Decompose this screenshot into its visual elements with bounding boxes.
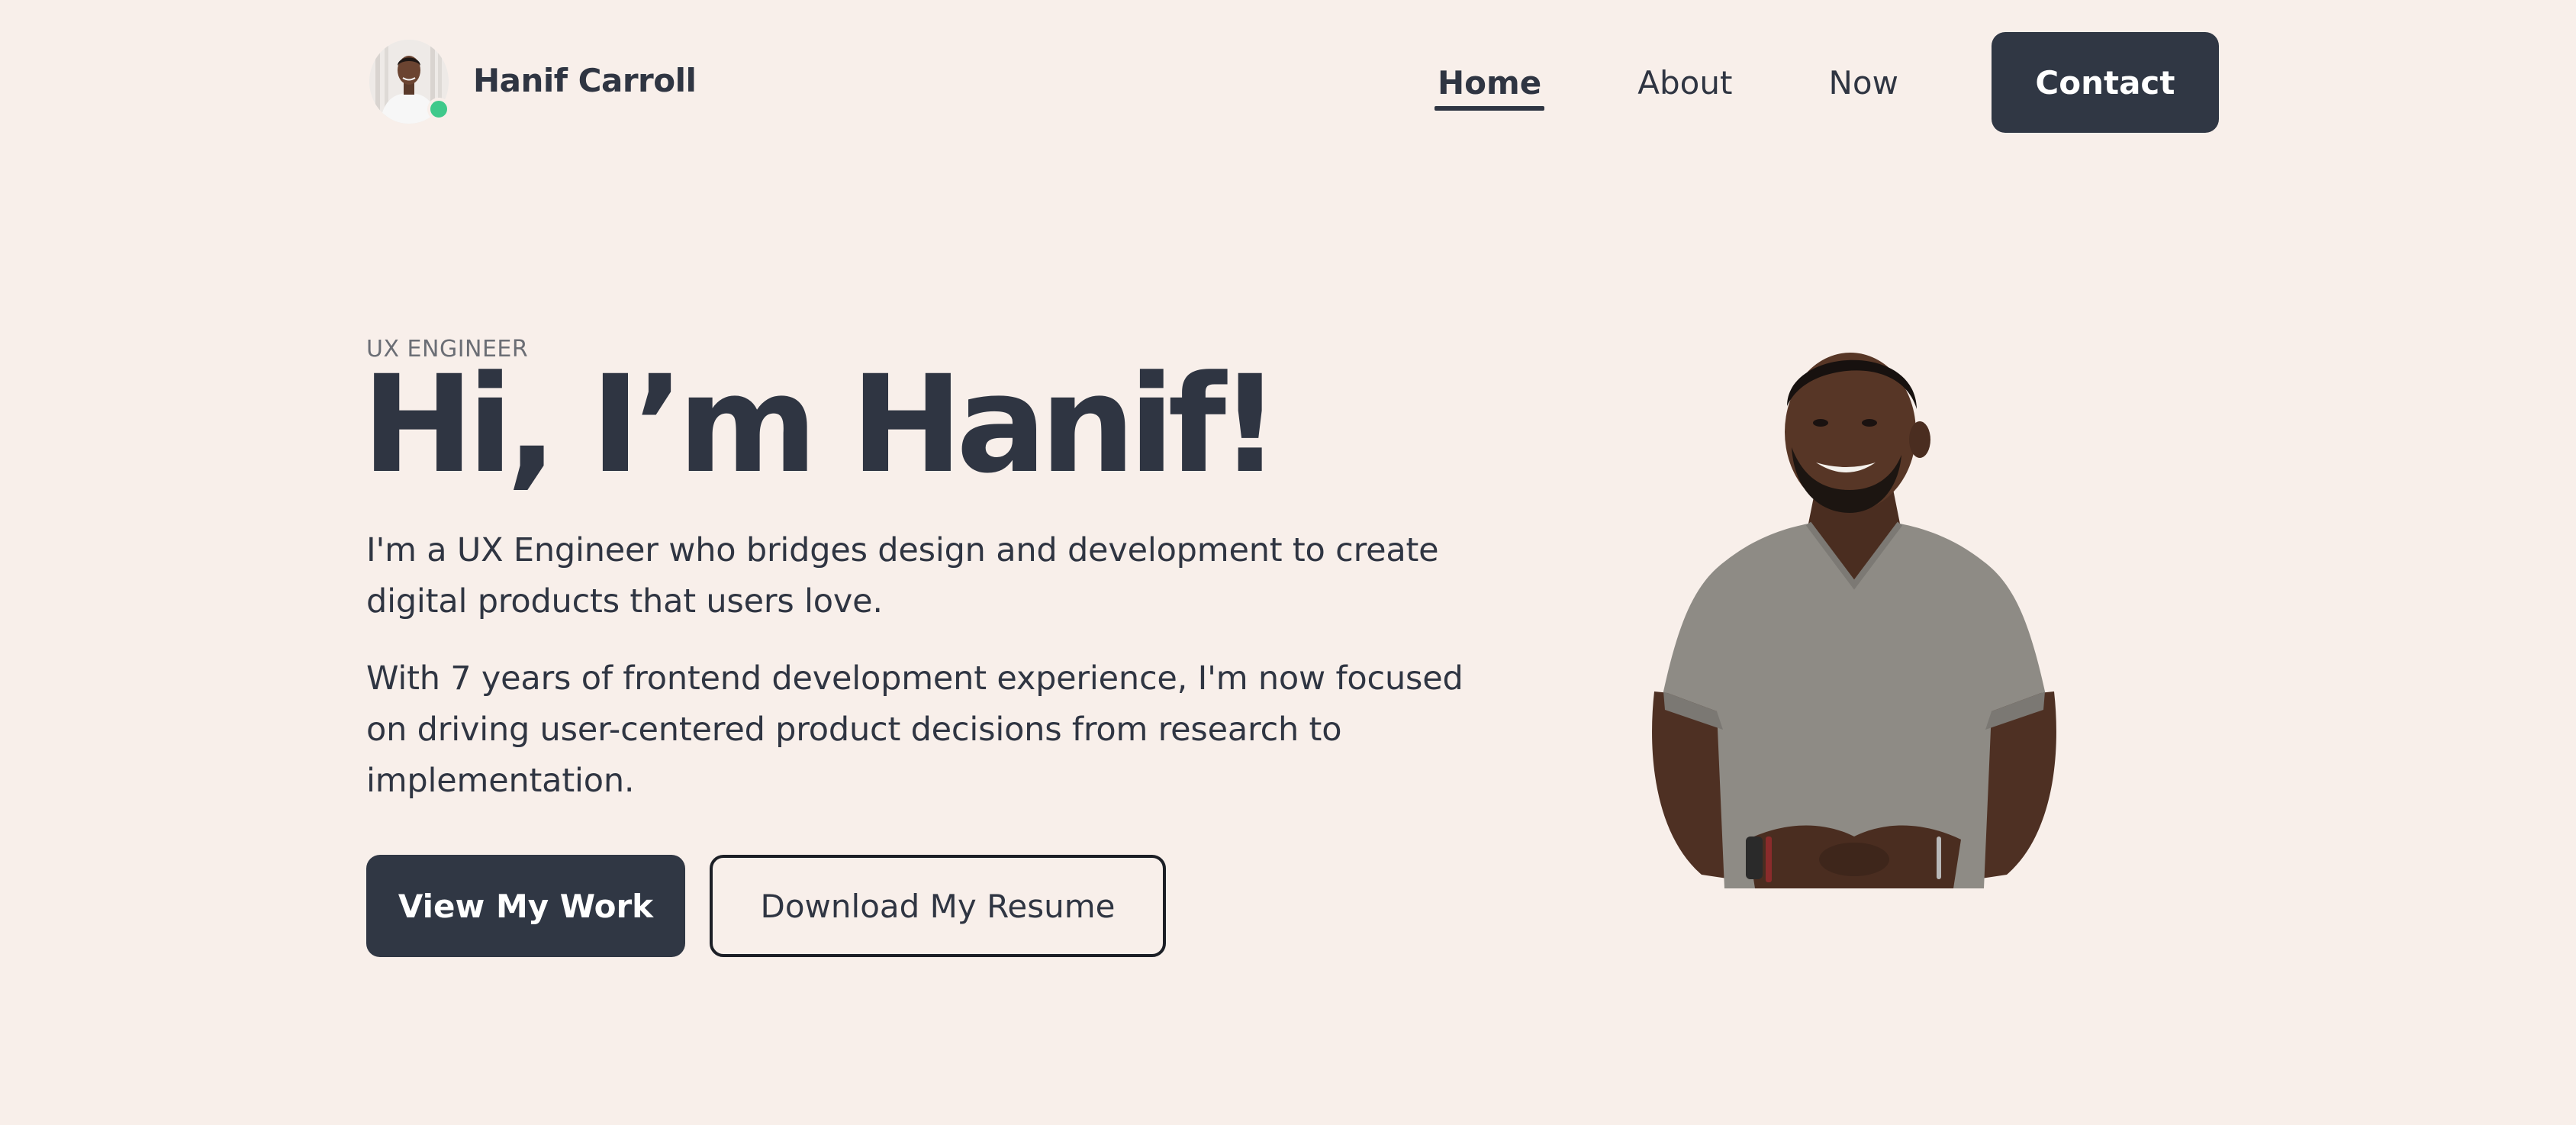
online-status-dot-icon [427, 98, 450, 121]
hero-portrait-image [1618, 333, 2091, 888]
nav-about-link[interactable]: About [1634, 56, 1735, 109]
download-resume-button[interactable]: Download My Resume [710, 855, 1166, 957]
avatar [369, 37, 450, 124]
contact-button[interactable]: Contact [1991, 32, 2219, 133]
view-my-work-button[interactable]: View My Work [366, 855, 685, 957]
hero-title: Hi, I’m Hanif! [362, 347, 1280, 503]
brand-name: Hanif Carroll [473, 61, 697, 99]
nav-home-link[interactable]: Home [1435, 56, 1545, 111]
hero-paragraph-experience: With 7 years of frontend development exp… [366, 659, 1463, 800]
nav-now-link[interactable]: Now [1825, 56, 1901, 109]
main-nav: Home About Now Contact [1412, 32, 2219, 133]
page: Hanif Carroll Home About Now Contact UX … [0, 0, 2576, 1125]
brand-home-link[interactable]: Hanif Carroll [369, 37, 697, 124]
hero-paragraph-intro: I'm a UX Engineer who bridges design and… [366, 531, 1439, 621]
